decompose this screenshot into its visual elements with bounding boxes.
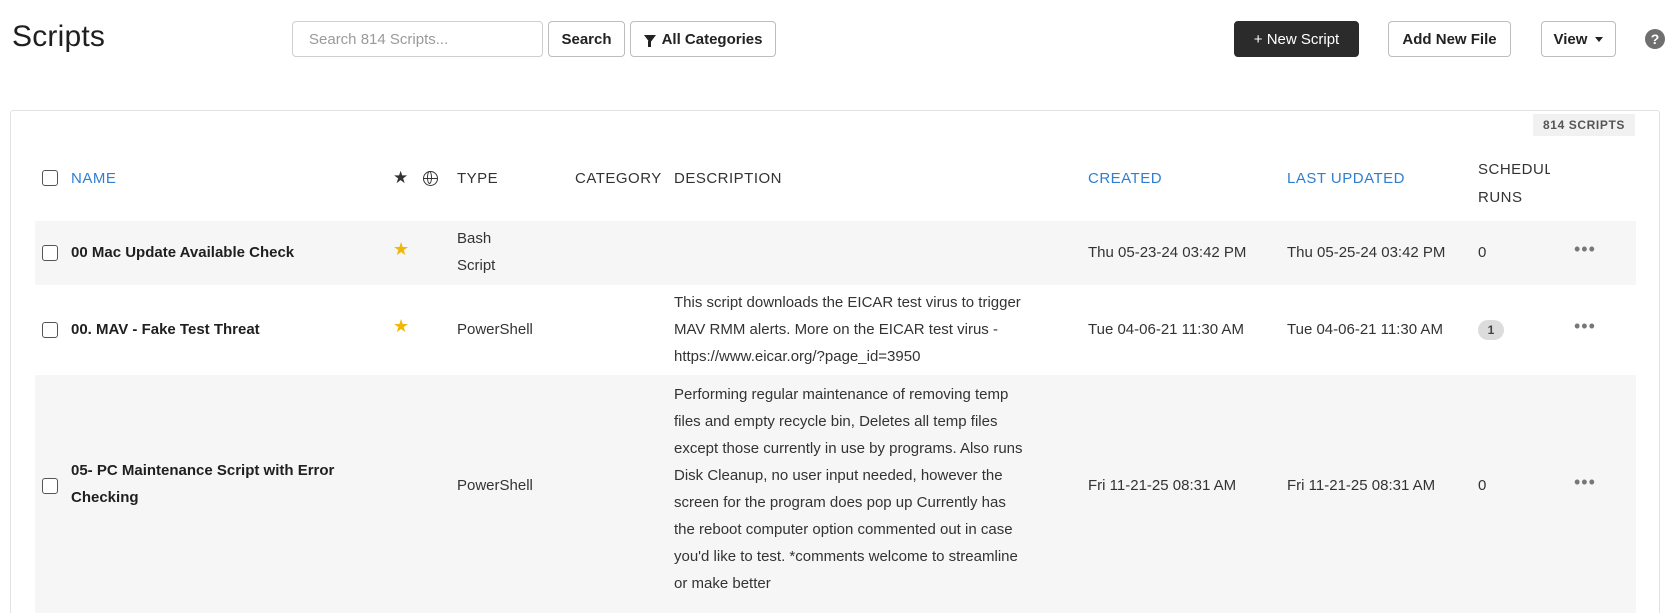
script-scheduled-runs: 0 — [1478, 244, 1487, 261]
script-type: PowerShell — [457, 477, 533, 494]
page-title: Scripts — [12, 20, 106, 53]
more-icon[interactable]: ••• — [1574, 472, 1596, 493]
script-type-line1: Bash — [457, 230, 492, 247]
script-name[interactable]: 00 Mac Update Available Check — [71, 239, 294, 266]
column-header-scheduled-runs-line1: SCHEDUL — [1478, 161, 1550, 178]
scheduled-runs-badge[interactable]: 1 — [1478, 320, 1504, 340]
categories-filter-label: All Categories — [661, 30, 763, 48]
description-line: or make better — [674, 575, 771, 592]
search-input[interactable] — [292, 21, 543, 57]
script-type: Bash Script — [457, 225, 495, 279]
help-icon[interactable]: ? — [1645, 29, 1665, 49]
description-line: Disk Cleanup, no user input needed, howe… — [674, 467, 1003, 484]
description-line: except those currently in use by program… — [674, 440, 1023, 457]
script-type: PowerShell — [457, 321, 533, 338]
script-name[interactable]: 00. MAV - Fake Test Threat — [71, 316, 260, 343]
favorite-star-icon[interactable]: ★ — [393, 316, 409, 337]
filter-icon — [643, 35, 656, 47]
star-column-icon: ★ — [393, 168, 409, 187]
description-line: This script downloads the EICAR test vir… — [674, 294, 1021, 311]
description-line: you'd like to test. *comments welcome to… — [674, 548, 1018, 565]
row-checkbox[interactable] — [42, 478, 58, 494]
globe-icon — [423, 171, 438, 186]
script-created: Fri 11-21-25 08:31 AM — [1088, 477, 1237, 494]
description-line: MAV RMM alerts. More on the EICAR test v… — [674, 321, 998, 338]
description-line: Performing regular maintenance of removi… — [674, 386, 1009, 403]
search-button-label: Search — [561, 30, 612, 48]
table-row[interactable]: 00 Mac Update Available Check ★ Bash Scr… — [35, 221, 1636, 285]
view-button-label: View — [1553, 30, 1588, 48]
favorite-star-icon[interactable]: ★ — [393, 239, 409, 260]
view-button[interactable]: View — [1541, 21, 1616, 57]
add-new-file-label: Add New File — [1402, 30, 1497, 48]
script-created: Thu 05-23-24 03:42 PM — [1088, 244, 1247, 261]
more-icon[interactable]: ••• — [1574, 316, 1596, 337]
script-name[interactable]: 05- PC Maintenance Script with Error Che… — [71, 457, 391, 511]
row-checkbox[interactable] — [42, 322, 58, 338]
script-last-updated: Fri 11-21-25 08:31 AM — [1287, 477, 1436, 494]
description-line: the reboot computer option commented out… — [674, 521, 1013, 538]
script-last-updated: Tue 04-06-21 11:30 AM — [1287, 321, 1443, 338]
add-new-file-button[interactable]: Add New File — [1388, 21, 1511, 57]
table-row[interactable]: 00. MAV - Fake Test Threat ★ PowerShell … — [35, 285, 1636, 375]
script-name-line1: 05- PC Maintenance Script with Error — [71, 462, 335, 479]
script-type-line2: Script — [457, 257, 496, 274]
column-header-description: DESCRIPTION — [674, 170, 783, 187]
column-header-last-updated[interactable]: LAST UPDATED — [1287, 170, 1405, 187]
description-line: https://www.eicar.org/?page_id=3950 — [674, 348, 921, 365]
table-row[interactable]: 05- PC Maintenance Script with Error Che… — [35, 375, 1636, 613]
script-description: Performing regular maintenance of removi… — [674, 381, 1074, 597]
script-name-line2: Checking — [71, 489, 139, 506]
column-header-name[interactable]: NAME — [71, 170, 116, 187]
categories-filter-button[interactable]: All Categories — [630, 21, 776, 57]
script-scheduled-runs: 0 — [1478, 477, 1487, 494]
column-header-type: TYPE — [457, 170, 499, 187]
scripts-panel: 814 SCRIPTS NAME ★ TYPE CATEGORY DESCRIP… — [10, 110, 1660, 613]
script-created: Tue 04-06-21 11:30 AM — [1088, 321, 1244, 338]
select-all-checkbox[interactable] — [42, 170, 58, 186]
new-script-label: + New Script — [1253, 30, 1340, 48]
script-count-badge: 814 SCRIPTS — [1533, 114, 1635, 136]
column-header-scheduled-runs: SCHEDUL RUNS — [1478, 156, 1550, 212]
script-description: This script downloads the EICAR test vir… — [674, 289, 1074, 370]
script-last-updated: Thu 05-25-24 03:42 PM — [1287, 244, 1446, 261]
column-header-category: CATEGORY — [575, 170, 662, 187]
new-script-button[interactable]: + New Script — [1234, 21, 1359, 57]
more-icon[interactable]: ••• — [1574, 239, 1596, 260]
description-line: files and empty recycle bin, Deletes all… — [674, 413, 998, 430]
column-header-scheduled-runs-line2: RUNS — [1478, 189, 1523, 206]
row-checkbox[interactable] — [42, 245, 58, 261]
description-line: screen for the program does pop up Curre… — [674, 494, 1006, 511]
caret-down-icon — [1595, 36, 1604, 42]
column-header-created[interactable]: CREATED — [1088, 170, 1162, 187]
search-button[interactable]: Search — [548, 21, 625, 57]
